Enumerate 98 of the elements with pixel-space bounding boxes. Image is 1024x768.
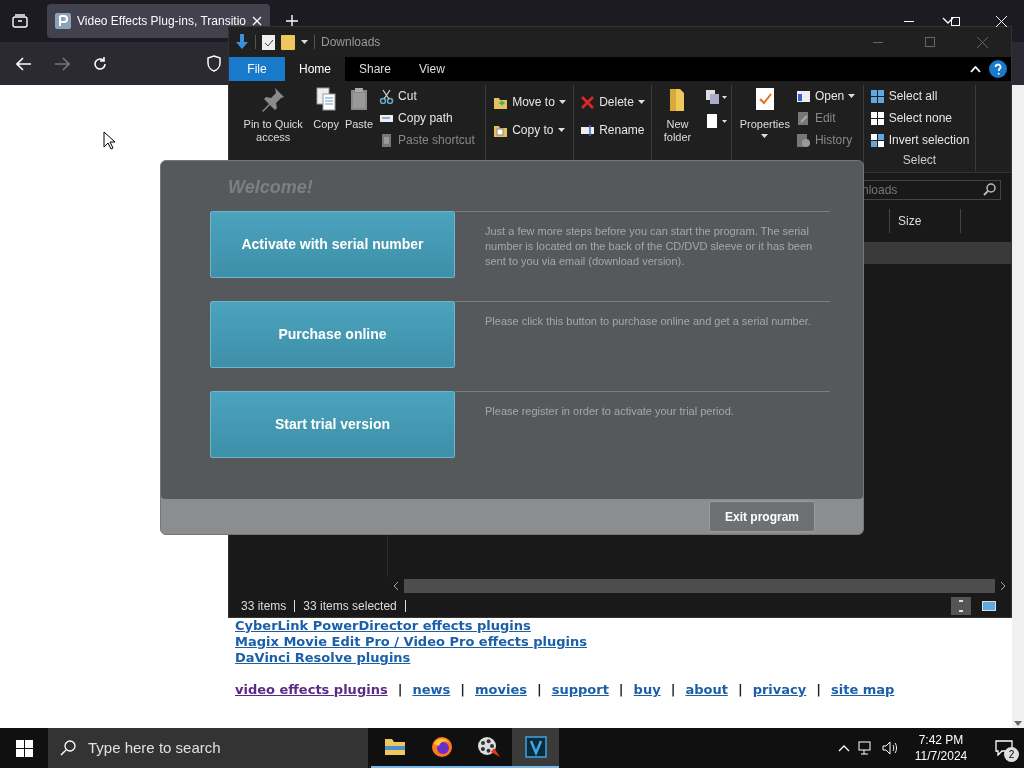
- speaker-icon: [882, 741, 898, 755]
- chevron-up-icon: [838, 744, 850, 752]
- edit-icon: [795, 110, 811, 126]
- ribbon-button[interactable]: Delete: [580, 93, 645, 111]
- shield-icon: [206, 55, 222, 72]
- window-icon: [795, 88, 811, 104]
- ribbon-button[interactable]: Rename: [580, 121, 645, 139]
- clock-date: 11/7/2024: [914, 748, 968, 764]
- separator-text: |: [536, 682, 542, 698]
- caret-icon: [637, 100, 645, 104]
- footer-link[interactable]: news: [412, 682, 451, 698]
- scroll-down-icon: [1014, 721, 1022, 726]
- scissors-icon: [379, 88, 395, 104]
- taskbar-app[interactable]: [512, 728, 559, 768]
- close-icon: [976, 36, 988, 48]
- grid-icon: [869, 110, 885, 126]
- globe-fox-icon: [430, 736, 453, 758]
- back-icon: [16, 56, 32, 71]
- ribbon-tab[interactable]: View: [405, 57, 459, 81]
- footer-link[interactable]: buy: [633, 682, 661, 698]
- mouse-pointer-icon: [103, 131, 115, 150]
- ribbon-button[interactable]: Select all: [869, 87, 970, 105]
- network-icon: [858, 741, 874, 755]
- download-arrow-icon: [235, 34, 249, 50]
- option-description: Please register in order to activate your trial period.: [485, 404, 735, 419]
- copy-icon: [314, 87, 339, 113]
- footer-link[interactable]: support: [551, 682, 609, 698]
- search-icon: [983, 183, 996, 196]
- message-icon: [995, 740, 1013, 756]
- document-icon: [705, 113, 727, 129]
- ribbon-tab[interactable]: Share: [345, 57, 406, 81]
- column-header[interactable]: Size: [889, 209, 961, 233]
- caret-icon: [558, 100, 566, 104]
- checkmark-document-icon: [262, 34, 275, 50]
- ribbon-button[interactable]: Properties: [739, 85, 790, 171]
- close-icon: [252, 16, 262, 26]
- caret-icon: [761, 134, 769, 138]
- ribbon-button[interactable]: Invert selection: [869, 131, 970, 149]
- help-icon: [989, 60, 1007, 78]
- page-link[interactable]: DaVinci Resolve plugins: [235, 650, 411, 666]
- v-logo-icon: [524, 736, 547, 758]
- footer-link[interactable]: movies: [474, 682, 527, 698]
- status-text: 33 items: [241, 598, 287, 615]
- close-icon: [995, 15, 1007, 27]
- option-description: Just a few more steps before you can start the program. The serial number is located on the back of the CD/DVD sleeve or it has been sent to you via email (download version).: [485, 224, 814, 269]
- footer-link[interactable]: privacy: [752, 682, 807, 698]
- tab-list-icon: [12, 14, 28, 28]
- windows-logo-icon: [15, 739, 33, 757]
- separator-text: |: [816, 682, 821, 698]
- search-icon: [60, 740, 76, 756]
- status-text: 33 items selected: [303, 598, 397, 615]
- grid-icon: [869, 88, 885, 104]
- exit-button[interactable]: Exit program: [709, 501, 815, 532]
- ribbon-button[interactable]: Copy path: [379, 109, 475, 127]
- forward-icon: [54, 56, 70, 71]
- caret-icon: [557, 128, 565, 132]
- ribbon-button[interactable]: Select none: [869, 109, 970, 127]
- tab-title: Video Effects Plug-ins, Transitio: [77, 13, 246, 30]
- ribbon-button[interactable]: Copy to: [493, 121, 566, 139]
- separator-text: |: [397, 682, 403, 698]
- details-view-button[interactable]: [951, 597, 971, 615]
- dropdown-icon: [301, 40, 308, 44]
- separator-text: |: [670, 682, 676, 698]
- window-title: Downloads: [321, 34, 381, 51]
- option-description: Please click this button to purchase online and get a serial number.: [485, 314, 812, 329]
- ribbon-button[interactable]: Cut: [379, 87, 475, 105]
- reload-icon: [92, 55, 108, 72]
- delete-icon: [580, 94, 596, 110]
- taskbar-search-field[interactable]: Type here to search: [48, 728, 368, 768]
- footer-link[interactable]: about: [685, 682, 728, 698]
- chevron-down-icon: [942, 17, 954, 25]
- pin-icon: [261, 87, 286, 113]
- ribbon-button[interactable]: Move to: [493, 93, 566, 111]
- new-tab-icon: [286, 15, 298, 27]
- ribbon-tab[interactable]: Home: [285, 57, 345, 81]
- ribbon-button[interactable]: Open: [795, 87, 856, 105]
- group-label: Select: [902, 152, 937, 169]
- history-icon: [795, 132, 811, 148]
- site-logo-icon: [55, 13, 71, 29]
- browser-tab[interactable]: Video Effects Plug-ins, Transitio: [47, 4, 270, 38]
- footer-link[interactable]: video effects plugins: [235, 682, 388, 698]
- collapse-icon: [970, 65, 981, 73]
- film-reel-icon: [476, 736, 501, 758]
- caret-icon: [848, 94, 856, 98]
- copy-icon: [705, 89, 727, 105]
- separator-text: |: [737, 682, 743, 698]
- footer-link[interactable]: site map: [831, 682, 895, 698]
- clock-time: 7:42 PM: [918, 732, 964, 748]
- rename-icon: [580, 122, 596, 138]
- separator-text: |: [460, 682, 465, 698]
- grid-icon: [869, 132, 885, 148]
- ribbon-button[interactable]: Pin to Quick access: [239, 85, 308, 171]
- separator-text: |: [618, 682, 624, 698]
- notification-badge: 2: [1004, 747, 1019, 762]
- page-link[interactable]: Magix Movie Edit Pro / Video Pro effects plugins: [235, 634, 587, 650]
- page-link[interactable]: CyberLink PowerDirector effects plugins: [235, 618, 531, 634]
- ribbon-tab[interactable]: File: [229, 57, 285, 81]
- notifications-button[interactable]: 2: [984, 728, 1024, 768]
